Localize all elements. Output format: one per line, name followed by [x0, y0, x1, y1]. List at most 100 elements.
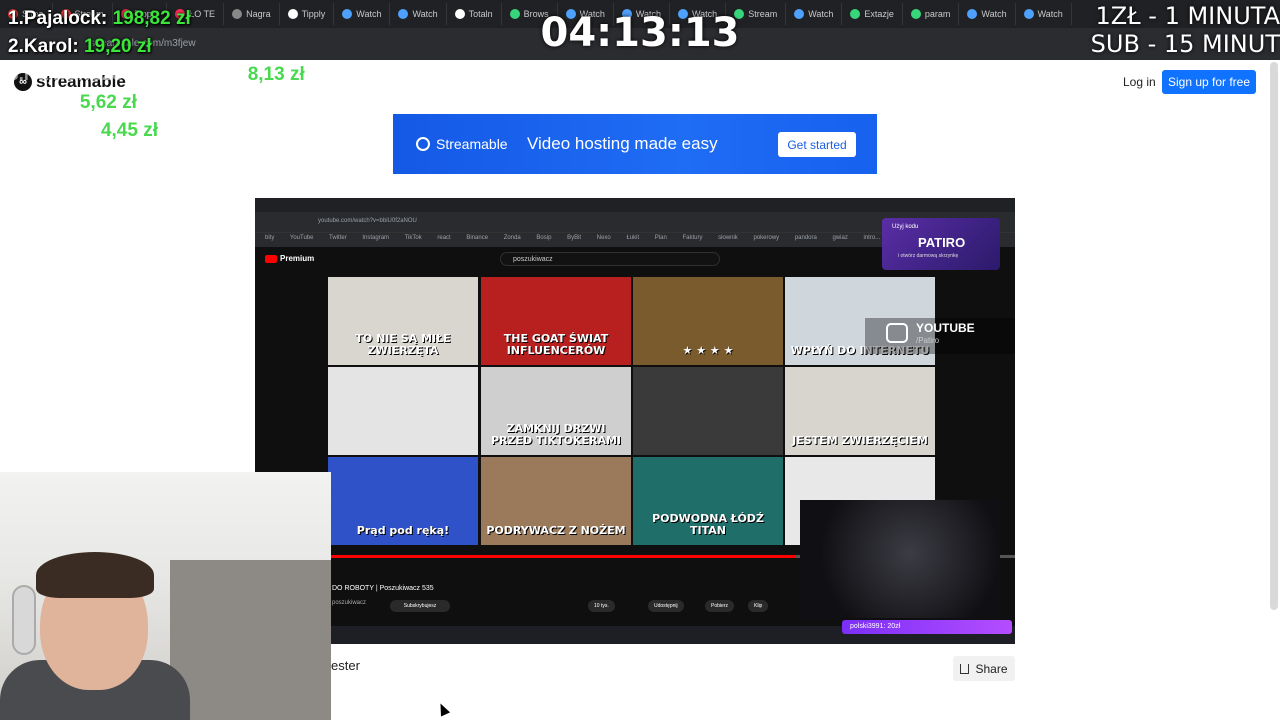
browser-tab-label: Watch: [356, 9, 382, 19]
browser-tab[interactable]: Extazje: [842, 3, 903, 25]
video-thumbnail: ZAMKNIJ DRZWI PRZED TIKTOKERAMI: [481, 367, 631, 455]
tab-favicon-icon: [794, 9, 805, 19]
thumbnail-caption: Prąd pod ręką!: [356, 524, 450, 537]
browser-tab[interactable]: Totaln: [447, 3, 502, 25]
tab-favicon-icon: [232, 9, 243, 19]
inner-bookmarks: bity YouTube Twitter Instagram TikTok re…: [265, 235, 946, 241]
inner-video-title: DO ROBOTY | Poszukiwacz 535: [332, 585, 434, 592]
tab-favicon-icon: [1023, 9, 1034, 19]
inner-progress-fill: [331, 555, 797, 558]
browser-tab[interactable]: Watch: [390, 3, 447, 25]
leaderboard-row: 1.Pajalock: 198,82 zł: [8, 8, 191, 30]
donation-alert: polski3991: 20zł: [842, 620, 1012, 634]
stream-timer: 04:13:13: [540, 10, 740, 56]
video-thumbnail: Prąd pod ręką!: [328, 457, 478, 545]
browser-tab[interactable]: Watch: [786, 3, 843, 25]
get-started-button[interactable]: Get started: [778, 132, 856, 157]
youtube-search-box: poszukiwacz: [500, 252, 720, 266]
login-link[interactable]: Log in: [1123, 75, 1156, 89]
browser-tab[interactable]: param: [903, 3, 960, 25]
share-button[interactable]: Share: [953, 656, 1015, 681]
leaderboard-row: 2.Karol: 19,20 zł: [8, 36, 152, 58]
page-scrollbar[interactable]: [1270, 62, 1278, 610]
sponsor-code: PATIRO: [918, 235, 966, 250]
thumbnail-caption: ZAMKNIJ DRZWI PRZED TIKTOKERAMI: [490, 422, 622, 447]
browser-tab-label: Extazje: [864, 9, 894, 19]
leaderboard-amount: 4,45 zł: [100, 120, 158, 141]
leaderboard-name: Karol:: [23, 36, 79, 57]
inner-webcam: [800, 500, 1000, 618]
webcam-person-hair: [36, 552, 154, 598]
timer-rule-donation: 1ZŁ - 1 MINUTA: [1095, 2, 1280, 30]
youtube-brand: Premium: [280, 254, 315, 263]
leaderboard-row: 3.Najnowszowana kobyła: 8,13 zł: [8, 64, 305, 86]
timer-rule-sub: SUB - 15 MINUT: [1090, 30, 1280, 58]
leaderboard-rank: 2.: [8, 36, 24, 57]
browser-tab-label: Watch: [808, 9, 834, 19]
tab-favicon-icon: [850, 9, 861, 19]
video-thumbnail: PODRYWACZ Z NOŻEM: [481, 457, 631, 545]
browser-tab-label: ŁO TE: [189, 9, 216, 19]
mouse-cursor-icon: [435, 701, 451, 717]
signup-button[interactable]: Sign up for free: [1162, 70, 1256, 94]
video-thumbnail: [633, 367, 783, 455]
inner-browser-tabs: [255, 198, 1015, 212]
inner-clip-button: Klip: [748, 600, 769, 612]
tab-favicon-icon: [342, 9, 353, 19]
inner-like-button: 10 tys.: [588, 600, 615, 612]
browser-tab[interactable]: Watch: [1016, 3, 1072, 25]
video-thumbnail: [328, 367, 478, 455]
inner-share-button: Udostępnij: [648, 600, 684, 612]
video-thumbnail: TO NIE SĄ MIŁE ZWIERZĘTA: [328, 277, 478, 365]
video-thumbnail: PODWODNA ŁÓDŹ TITAN: [633, 457, 783, 545]
leaderboard-name: Najnowszowana kobyła:: [23, 64, 243, 85]
video-thumbnail: THE GOAT ŚWIAT INFLUENCERÓW: [481, 277, 631, 365]
tab-favicon-icon: [398, 9, 409, 19]
browser-tab-label: Tipply: [301, 9, 326, 19]
browser-tab-label: Nagra: [246, 9, 271, 19]
tab-favicon-icon: [454, 9, 465, 19]
leaderboard-rank: 5.: [8, 120, 24, 141]
share-label: Share: [975, 661, 1008, 676]
leaderboard-name: Pajalock:: [23, 8, 108, 29]
thumbnail-caption: THE GOAT ŚWIAT INFLUENCERÓW: [503, 332, 609, 357]
banner-logo-icon: [416, 137, 430, 151]
browser-tab-label: Stream: [748, 9, 778, 19]
youtube-play-icon: [886, 323, 908, 343]
tab-favicon-icon: [910, 9, 921, 19]
inner-channel-name: poszukiwacz: [332, 600, 367, 606]
browser-tab-label: param: [924, 9, 951, 19]
tab-favicon-icon: [967, 9, 978, 19]
browser-tab[interactable]: Tipply: [280, 3, 335, 25]
tab-favicon-icon: [509, 9, 520, 19]
browser-tab[interactable]: Nagra: [224, 3, 280, 25]
sponsor-line1: Użyj kodu: [892, 224, 919, 230]
youtube-overlay-title: YOUTUBE: [916, 321, 975, 335]
browser-tab-label: Watch: [981, 9, 1007, 19]
leaderboard-rank: 4.: [8, 92, 24, 113]
webcam-couch: [170, 560, 331, 720]
browser-tab-label: Totaln: [468, 9, 493, 19]
leaderboard-amount: 198,82 zł: [112, 8, 191, 29]
video-thumbnail: ★ ★ ★ ★: [633, 277, 783, 365]
leaderboard-name: ebeebe:: [23, 120, 96, 141]
leaderboard-name: rasjii:: [23, 92, 75, 113]
youtube-logo: Premium: [265, 254, 314, 263]
video-thumbnail: JESTEM ZWIERZĘCIEM: [785, 367, 935, 455]
inner-subscribe-button: Subskrybujesz: [390, 600, 450, 612]
tab-favicon-icon: [287, 9, 298, 19]
thumbnail-caption: ★ ★ ★ ★: [682, 344, 734, 357]
browser-tab[interactable]: Watch: [959, 3, 1016, 25]
youtube-overlay-handle: /Patiro: [916, 336, 940, 345]
browser-tab[interactable]: Watch: [334, 3, 391, 25]
leaderboard-rank: 1.: [8, 8, 24, 29]
banner-brand: Streamable: [436, 136, 508, 152]
banner-logo: Streamable: [416, 136, 508, 152]
thumbnail-caption: PODWODNA ŁÓDŹ TITAN: [652, 512, 764, 537]
video-title: ester: [331, 658, 360, 673]
sponsor-line3: i otwórz darmową skrzynkę: [898, 253, 959, 259]
thumbnail-caption: JESTEM ZWIERZĘCIEM: [792, 434, 928, 447]
browser-tab-label: Watch: [412, 9, 438, 19]
leaderboard-row: 4.rasjii: 5,62 zł: [8, 92, 137, 114]
headset-icon: [12, 585, 36, 655]
